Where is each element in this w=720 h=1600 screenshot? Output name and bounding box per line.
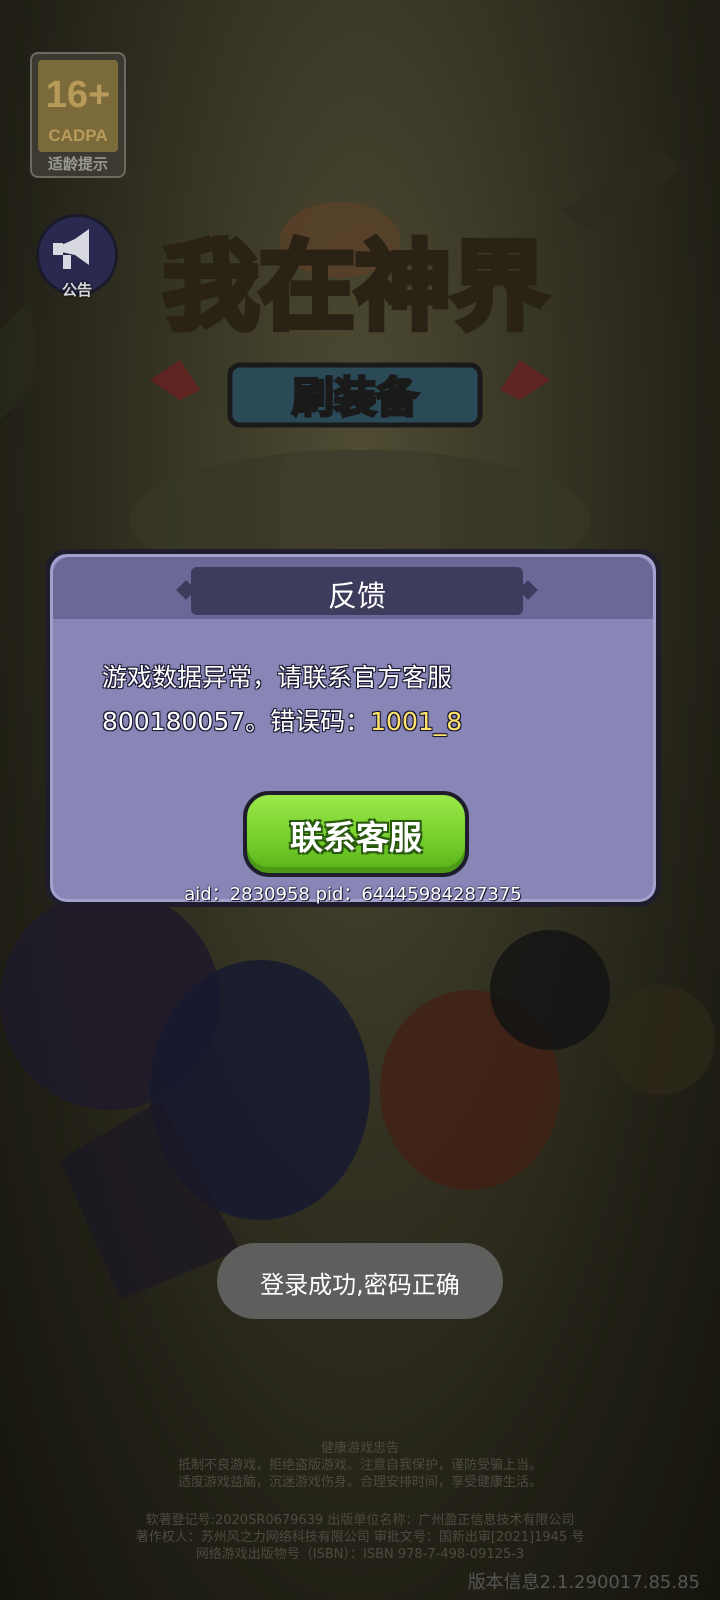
health-advice-line1: 抵制不良游戏，拒绝盗版游戏。注意自我保护，谨防受骗上当。 — [177, 1458, 542, 1473]
license-line3: 网络游戏出版物号（ISBN）：ISBN 978-7-498-09125-3 — [195, 1547, 525, 1562]
dialog-title: 反馈 — [327, 579, 386, 613]
health-advice-title: 健康游戏忠告 — [320, 1441, 399, 1456]
notice-label: 公告 — [61, 281, 92, 299]
login-toast: 登录成功,密码正确 — [217, 1243, 503, 1319]
license-info: 软著登记号:2020SR0679639 出版单位名称：广州盈正信息技术有限公司 … — [0, 1512, 720, 1563]
feedback-dialog: 反馈 游戏数据异常，请联系官方客服 800180057。错误码：1001_8 联… — [45, 549, 661, 907]
health-advice: 健康游戏忠告 抵制不良游戏，拒绝盗版游戏。注意自我保护，谨防受骗上当。 适度游戏… — [0, 1440, 720, 1491]
dialog-title-bar: 反馈 — [191, 567, 523, 615]
dialog-message-line1: 游戏数据异常，请联系官方客服 — [102, 663, 453, 692]
contact-support-label: 联系客服 — [290, 818, 422, 857]
megaphone-icon — [53, 229, 89, 269]
dialog-message-prefix: 800180057。错误码： — [102, 707, 371, 736]
age-rating-code: CADPA — [48, 126, 108, 145]
dialog-message-line2: 800180057。错误码：1001_8 — [102, 700, 622, 744]
game-logo-subtitle: 刷装备 — [292, 373, 419, 422]
contact-support-button[interactable]: 联系客服 — [243, 791, 469, 877]
account-ids: aid：2830958 pid：64445984287375 — [184, 884, 522, 905]
game-logo-title: 我在神界 — [163, 231, 547, 343]
game-logo: 我在神界 刷装备 — [150, 202, 550, 428]
error-code: 1001_8 — [370, 707, 463, 736]
login-toast-text: 登录成功,密码正确 — [260, 1271, 460, 1299]
dialog-header: 反馈 — [53, 557, 653, 619]
license-line1: 软著登记号:2020SR0679639 出版单位名称：广州盈正信息技术有限公司 — [145, 1513, 575, 1528]
notice-button[interactable]: 公告 — [36, 214, 118, 299]
license-line2: 著作权人：苏州风之力网络科技有限公司 审批文号：国新出审[2021]1945 号 — [135, 1530, 585, 1545]
age-rating-panel: 16+ CADPA — [38, 60, 118, 152]
age-rating-label: 适龄提示 — [47, 155, 108, 173]
age-rating-badge[interactable]: 16+ CADPA 适龄提示 — [30, 52, 126, 178]
dialog-message: 游戏数据异常，请联系官方客服 800180057。错误码：1001_8 — [102, 656, 622, 744]
version-info: 版本信息2.1.290017.85.85 — [467, 1572, 700, 1593]
health-advice-line2: 适度游戏益脑，沉迷游戏伤身。合理安排时间，享受健康生活。 — [177, 1475, 542, 1490]
age-rating-number: 16+ — [45, 74, 111, 116]
